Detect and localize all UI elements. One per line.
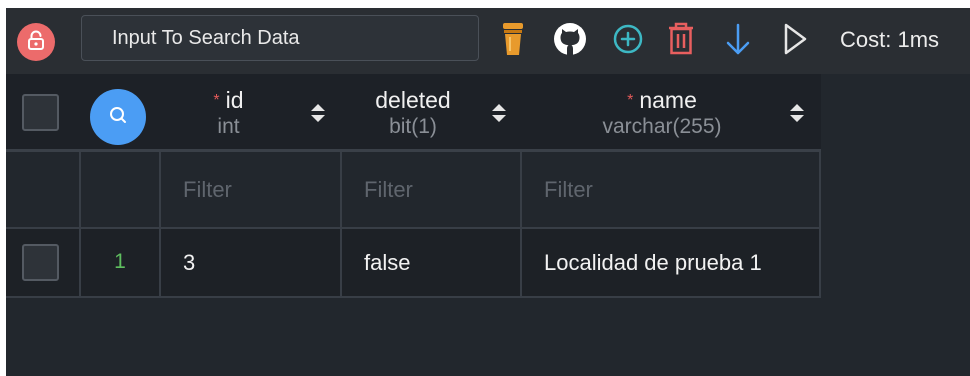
- table-cell-name[interactable]: Localidad de prueba 1: [522, 229, 821, 298]
- beer-icon[interactable]: [502, 22, 524, 56]
- select-all-checkbox[interactable]: [22, 94, 59, 131]
- filter-input-name[interactable]: [522, 152, 819, 227]
- column-name-text: id: [225, 86, 244, 113]
- filter-input-id[interactable]: [161, 152, 340, 227]
- column-name-id: * id: [213, 87, 243, 114]
- sql-result-panel: Cost: 1ms * id int: [6, 8, 970, 376]
- row-number-cell: 1: [81, 229, 161, 298]
- column-header-name-title: * name varchar(255): [522, 74, 802, 152]
- add-circle-icon[interactable]: [611, 22, 645, 56]
- header-select-cell: [6, 74, 81, 149]
- filter-input-deleted[interactable]: [342, 152, 520, 227]
- cost-label: Cost: 1ms: [840, 27, 940, 52]
- column-type-name: varchar(255): [602, 114, 722, 138]
- filter-cell-name: [522, 152, 821, 229]
- required-marker: *: [213, 91, 220, 109]
- search-button[interactable]: [90, 89, 146, 145]
- sort-icon[interactable]: [491, 102, 507, 124]
- unlock-icon: [27, 30, 45, 55]
- column-type-deleted: bit(1): [389, 114, 437, 138]
- sort-icon[interactable]: [310, 102, 326, 124]
- row-checkbox[interactable]: [22, 244, 59, 281]
- table-row[interactable]: 1 3 false Localidad de prueba 1: [6, 229, 821, 298]
- cell-value: 3: [183, 250, 196, 275]
- column-header-deleted[interactable]: deleted bit(1): [342, 74, 522, 149]
- play-icon[interactable]: [782, 22, 808, 56]
- column-header-id-title: * id int: [161, 74, 296, 152]
- cell-value: Localidad de prueba 1: [544, 250, 762, 275]
- column-type-id: int: [217, 114, 240, 138]
- filter-empty-cell: [6, 152, 81, 229]
- unlock-button[interactable]: [17, 23, 55, 61]
- data-table: * id int deleted bit(1) * name varchar(2…: [6, 74, 821, 298]
- search-box: [81, 15, 479, 61]
- column-header-deleted-title: deleted bit(1): [342, 74, 484, 152]
- search-input[interactable]: [112, 26, 478, 50]
- column-header-id[interactable]: * id int: [161, 74, 342, 149]
- row-number: 1: [114, 250, 126, 273]
- column-name-deleted: deleted: [375, 86, 451, 113]
- column-name-name: * name: [627, 87, 697, 114]
- cell-value: false: [364, 250, 411, 275]
- table-cell-deleted[interactable]: false: [342, 229, 522, 298]
- column-name-text: name: [639, 86, 697, 113]
- search-icon: [108, 105, 128, 130]
- column-header-name[interactable]: * name varchar(255): [522, 74, 821, 149]
- filter-row: [6, 152, 821, 229]
- github-icon[interactable]: [553, 22, 587, 56]
- toolbar: Cost: 1ms: [6, 8, 970, 74]
- row-select-cell: [6, 229, 81, 298]
- sort-icon[interactable]: [789, 102, 805, 124]
- arrow-down-icon[interactable]: [725, 22, 751, 56]
- filter-cell-id: [161, 152, 342, 229]
- required-marker: *: [627, 91, 634, 109]
- header-row: * id int deleted bit(1) * name varchar(2…: [6, 74, 821, 152]
- trash-icon[interactable]: [667, 22, 695, 56]
- filter-cell-deleted: [342, 152, 522, 229]
- filter-empty-cell: [81, 152, 161, 229]
- table-cell-id[interactable]: 3: [161, 229, 342, 298]
